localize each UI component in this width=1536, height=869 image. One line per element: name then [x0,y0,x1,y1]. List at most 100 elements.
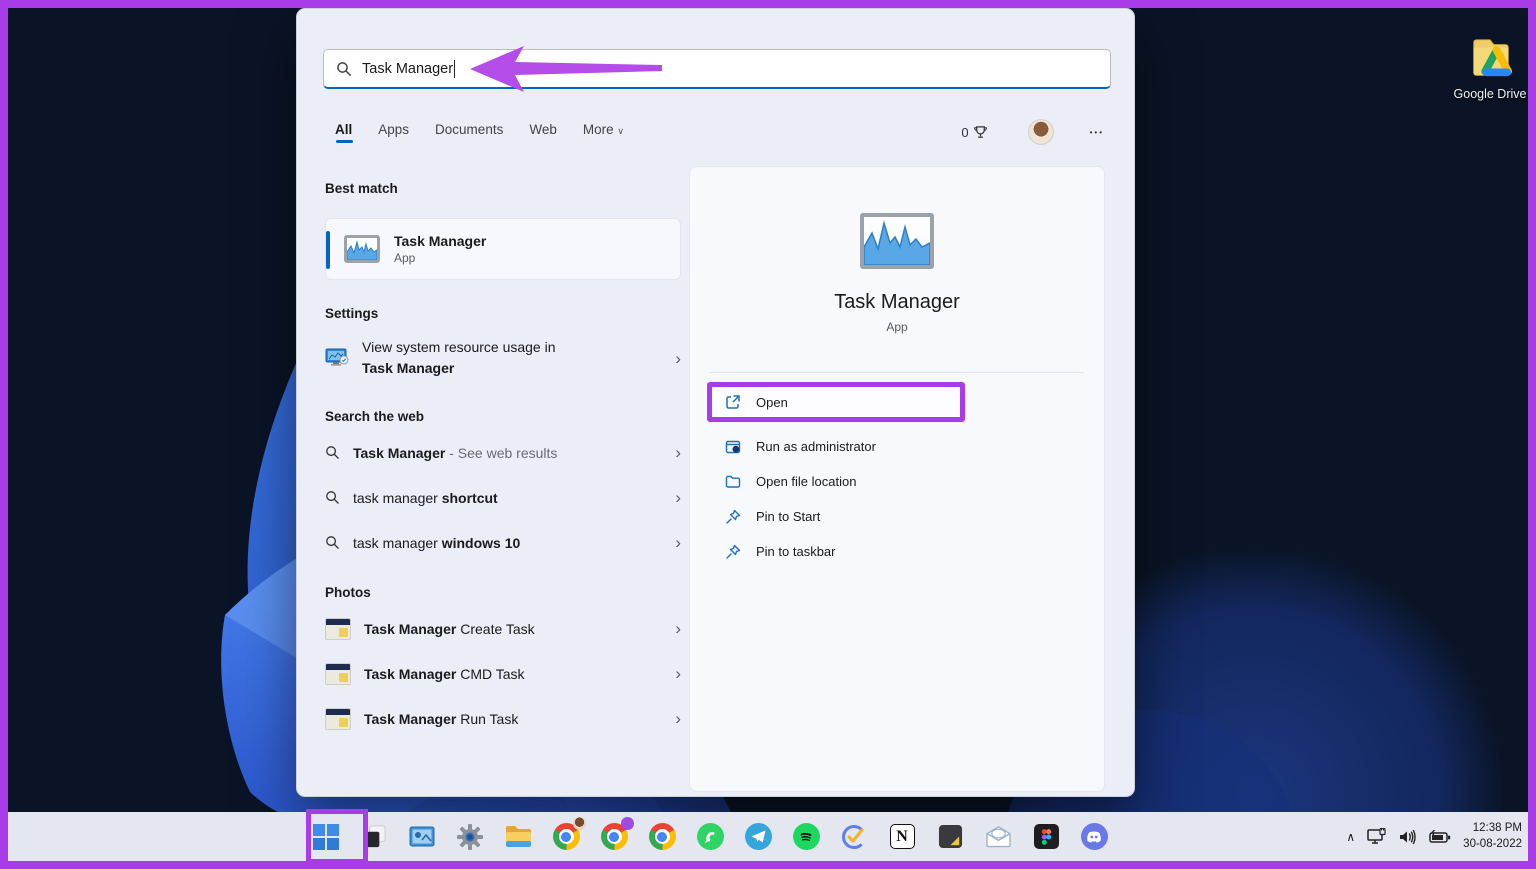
chevron-right-icon: › [675,444,681,461]
best-match-title: Task Manager [394,233,486,249]
rewards-count: 0 [961,125,968,140]
mail-button[interactable] [981,820,1015,854]
sticky-notes-button[interactable] [933,820,967,854]
web-result-item[interactable]: Task Manager - See web results › [325,430,681,475]
task-view-button[interactable] [357,820,391,854]
tab-apps[interactable]: Apps [378,122,409,143]
start-button[interactable] [309,820,343,854]
pin-to-start-action[interactable]: Pin to Start [690,499,1104,534]
profile-avatar-badge [573,817,586,830]
selection-indicator [326,231,330,269]
search-flyout: Task Manager All Apps Documents Web More… [296,8,1135,797]
whatsapp-icon [697,823,724,850]
volume-icon[interactable] [1399,829,1417,845]
search-value: Task Manager [362,61,453,77]
system-monitor-icon [325,347,349,369]
system-tray: ∧ 12:38 PM 30-08-2022 [1346,812,1522,861]
search-the-web-label: Search the web [325,409,681,424]
clock[interactable]: 12:38 PM 30-08-2022 [1463,821,1522,852]
text-caret [454,60,455,78]
ticktick-icon [841,824,867,850]
search-icon [325,535,340,550]
open-file-location-action[interactable]: Open file location [690,464,1104,499]
open-action[interactable]: Open [707,382,965,422]
photo-thumbnail-icon [325,708,351,730]
tab-all[interactable]: All [335,122,352,143]
tray-chevron-up-icon[interactable]: ∧ [1346,830,1355,844]
pin-to-taskbar-action[interactable]: Pin to taskbar [690,534,1104,569]
photo-result-item[interactable]: Task Manager CMD Task › [325,651,681,696]
preview-pane: Task Manager App Open Run as admin [689,166,1105,792]
web-result-item[interactable]: task manager windows 10 › [325,520,681,565]
chevron-right-icon: › [675,620,681,637]
task-view-icon [362,824,387,849]
tray-date: 30-08-2022 [1463,838,1522,850]
pin-icon [725,509,741,525]
preview-title: Task Manager [834,291,960,314]
figma-button[interactable] [1029,820,1063,854]
display-app-button[interactable] [405,820,439,854]
photo-thumbnail-icon [325,663,351,685]
tab-web[interactable]: Web [529,122,557,143]
divider [710,372,1084,373]
desktop-screen: Google Drive Task Manager All Apps Docum… [0,0,1536,869]
file-explorer-icon [505,825,532,848]
ticktick-button[interactable] [837,820,871,854]
chevron-right-icon: › [675,489,681,506]
open-external-icon [725,394,741,410]
run-as-admin-action[interactable]: Run as administrator [690,429,1104,464]
trophy-icon [973,125,988,140]
gear-icon [457,824,483,850]
task-manager-app-icon [344,235,380,263]
photo-thumbnail-icon [325,618,351,640]
search-icon [325,490,340,505]
settings-label: Settings [325,306,681,321]
telegram-button[interactable] [741,820,775,854]
web-result-item[interactable]: task manager shortcut › [325,475,681,520]
notion-button[interactable]: N [885,820,919,854]
best-match-subtitle: App [394,251,486,265]
admin-shield-icon [725,439,741,455]
notion-icon: N [890,824,915,849]
sticky-notes-icon [938,824,963,849]
best-match-item[interactable]: Task Manager App [325,218,681,280]
settings-button[interactable] [453,820,487,854]
photos-label: Photos [325,585,681,600]
more-options-icon[interactable]: ••• [1090,128,1104,137]
chrome-profile-b-button[interactable] [597,820,631,854]
google-drive-label: Google Drive [1448,87,1532,101]
tray-time: 12:38 PM [1473,822,1522,834]
settings-result-item[interactable]: View system resource usage in Task Manag… [325,329,681,387]
results-column: Best match Task Manager App Settings Vie… [325,181,681,741]
network-icon[interactable] [1367,828,1387,845]
chevron-right-icon: › [675,534,681,551]
search-icon [336,61,352,77]
photo-result-item[interactable]: Task Manager Create Task › [325,606,681,651]
folder-icon [725,474,741,490]
search-icon [325,445,340,460]
tab-more[interactable]: More ∨ [583,122,624,143]
open-action-label: Open [756,395,788,410]
search-input[interactable]: Task Manager [323,49,1111,89]
chrome-profile-a-button[interactable] [549,820,583,854]
chevron-right-icon: › [675,350,681,367]
battery-icon[interactable] [1429,830,1451,844]
chrome-icon [649,823,676,850]
file-explorer-button[interactable] [501,820,535,854]
google-drive-shortcut[interactable]: Google Drive [1448,36,1532,101]
user-avatar[interactable] [1028,119,1054,145]
chevron-down-icon: ∨ [617,126,624,136]
photo-result-item[interactable]: Task Manager Run Task › [325,696,681,741]
task-manager-app-icon-large [860,213,934,269]
display-app-icon [409,826,435,848]
windows-logo-icon [313,824,339,850]
taskbar: N ∧ [0,812,1536,869]
whatsapp-button[interactable] [693,820,727,854]
chrome-button[interactable] [645,820,679,854]
figma-icon [1034,824,1059,849]
chevron-right-icon: › [675,710,681,727]
rewards-badge[interactable]: 0 [961,125,987,140]
tab-documents[interactable]: Documents [435,122,503,143]
discord-button[interactable] [1077,820,1111,854]
spotify-button[interactable] [789,820,823,854]
